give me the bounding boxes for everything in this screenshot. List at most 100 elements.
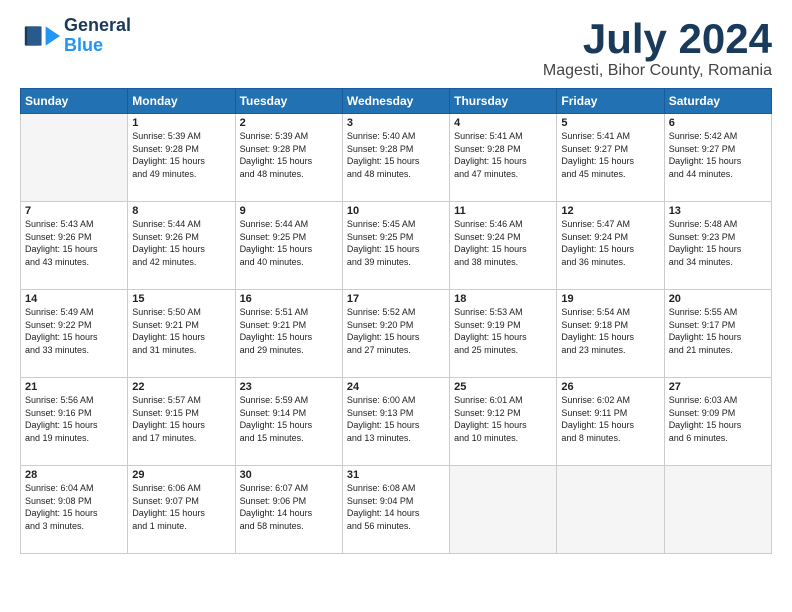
- day-number: 16: [240, 293, 338, 305]
- calendar-cell: 31Sunrise: 6:08 AM Sunset: 9:04 PM Dayli…: [342, 466, 449, 554]
- calendar-week-4: 28Sunrise: 6:04 AM Sunset: 9:08 PM Dayli…: [21, 466, 772, 554]
- day-number: 2: [240, 117, 338, 129]
- calendar-table: SundayMondayTuesdayWednesdayThursdayFrid…: [20, 88, 772, 554]
- calendar-cell: 22Sunrise: 5:57 AM Sunset: 9:15 PM Dayli…: [128, 378, 235, 466]
- cell-info: Sunrise: 6:00 AM Sunset: 9:13 PM Dayligh…: [347, 394, 445, 444]
- cell-info: Sunrise: 5:43 AM Sunset: 9:26 PM Dayligh…: [25, 218, 123, 268]
- cell-info: Sunrise: 6:08 AM Sunset: 9:04 PM Dayligh…: [347, 482, 445, 532]
- calendar-cell: 17Sunrise: 5:52 AM Sunset: 9:20 PM Dayli…: [342, 290, 449, 378]
- title-section: July 2024 Magesti, Bihor County, Romania: [543, 16, 772, 80]
- day-number: 31: [347, 469, 445, 481]
- calendar-cell: 15Sunrise: 5:50 AM Sunset: 9:21 PM Dayli…: [128, 290, 235, 378]
- calendar-cell: 9Sunrise: 5:44 AM Sunset: 9:25 PM Daylig…: [235, 202, 342, 290]
- calendar-cell: 27Sunrise: 6:03 AM Sunset: 9:09 PM Dayli…: [664, 378, 771, 466]
- calendar-cell: [557, 466, 664, 554]
- calendar-week-0: 1Sunrise: 5:39 AM Sunset: 9:28 PM Daylig…: [21, 114, 772, 202]
- day-number: 24: [347, 381, 445, 393]
- month-title: July 2024: [543, 16, 772, 62]
- calendar-cell: 23Sunrise: 5:59 AM Sunset: 9:14 PM Dayli…: [235, 378, 342, 466]
- header: General Blue July 2024 Magesti, Bihor Co…: [20, 16, 772, 80]
- calendar-cell: [664, 466, 771, 554]
- calendar-cell: 12Sunrise: 5:47 AM Sunset: 9:24 PM Dayli…: [557, 202, 664, 290]
- day-number: 21: [25, 381, 123, 393]
- calendar-week-2: 14Sunrise: 5:49 AM Sunset: 9:22 PM Dayli…: [21, 290, 772, 378]
- calendar-cell: 26Sunrise: 6:02 AM Sunset: 9:11 PM Dayli…: [557, 378, 664, 466]
- cell-info: Sunrise: 5:54 AM Sunset: 9:18 PM Dayligh…: [561, 306, 659, 356]
- day-number: 25: [454, 381, 552, 393]
- day-number: 13: [669, 205, 767, 217]
- calendar-cell: 24Sunrise: 6:00 AM Sunset: 9:13 PM Dayli…: [342, 378, 449, 466]
- cell-info: Sunrise: 5:47 AM Sunset: 9:24 PM Dayligh…: [561, 218, 659, 268]
- calendar-cell: 1Sunrise: 5:39 AM Sunset: 9:28 PM Daylig…: [128, 114, 235, 202]
- cell-info: Sunrise: 5:48 AM Sunset: 9:23 PM Dayligh…: [669, 218, 767, 268]
- cell-info: Sunrise: 5:41 AM Sunset: 9:28 PM Dayligh…: [454, 130, 552, 180]
- day-number: 14: [25, 293, 123, 305]
- cell-info: Sunrise: 5:51 AM Sunset: 9:21 PM Dayligh…: [240, 306, 338, 356]
- col-header-saturday: Saturday: [664, 89, 771, 114]
- cell-info: Sunrise: 5:59 AM Sunset: 9:14 PM Dayligh…: [240, 394, 338, 444]
- calendar-cell: 2Sunrise: 5:39 AM Sunset: 9:28 PM Daylig…: [235, 114, 342, 202]
- cell-info: Sunrise: 6:03 AM Sunset: 9:09 PM Dayligh…: [669, 394, 767, 444]
- cell-info: Sunrise: 5:46 AM Sunset: 9:24 PM Dayligh…: [454, 218, 552, 268]
- calendar-cell: 21Sunrise: 5:56 AM Sunset: 9:16 PM Dayli…: [21, 378, 128, 466]
- day-number: 6: [669, 117, 767, 129]
- cell-info: Sunrise: 5:39 AM Sunset: 9:28 PM Dayligh…: [132, 130, 230, 180]
- calendar-week-1: 7Sunrise: 5:43 AM Sunset: 9:26 PM Daylig…: [21, 202, 772, 290]
- calendar-cell: [21, 114, 128, 202]
- cell-info: Sunrise: 6:06 AM Sunset: 9:07 PM Dayligh…: [132, 482, 230, 532]
- cell-info: Sunrise: 5:45 AM Sunset: 9:25 PM Dayligh…: [347, 218, 445, 268]
- cell-info: Sunrise: 5:55 AM Sunset: 9:17 PM Dayligh…: [669, 306, 767, 356]
- day-number: 1: [132, 117, 230, 129]
- calendar-cell: 25Sunrise: 6:01 AM Sunset: 9:12 PM Dayli…: [450, 378, 557, 466]
- cell-info: Sunrise: 5:41 AM Sunset: 9:27 PM Dayligh…: [561, 130, 659, 180]
- day-number: 22: [132, 381, 230, 393]
- calendar-cell: [450, 466, 557, 554]
- calendar-header-row: SundayMondayTuesdayWednesdayThursdayFrid…: [21, 89, 772, 114]
- calendar-cell: 3Sunrise: 5:40 AM Sunset: 9:28 PM Daylig…: [342, 114, 449, 202]
- cell-info: Sunrise: 5:44 AM Sunset: 9:26 PM Dayligh…: [132, 218, 230, 268]
- day-number: 18: [454, 293, 552, 305]
- logo-blue: Blue: [64, 35, 103, 55]
- calendar-cell: 20Sunrise: 5:55 AM Sunset: 9:17 PM Dayli…: [664, 290, 771, 378]
- calendar-cell: 11Sunrise: 5:46 AM Sunset: 9:24 PM Dayli…: [450, 202, 557, 290]
- calendar-cell: 18Sunrise: 5:53 AM Sunset: 9:19 PM Dayli…: [450, 290, 557, 378]
- day-number: 9: [240, 205, 338, 217]
- col-header-wednesday: Wednesday: [342, 89, 449, 114]
- calendar-cell: 6Sunrise: 5:42 AM Sunset: 9:27 PM Daylig…: [664, 114, 771, 202]
- day-number: 11: [454, 205, 552, 217]
- calendar-cell: 16Sunrise: 5:51 AM Sunset: 9:21 PM Dayli…: [235, 290, 342, 378]
- cell-info: Sunrise: 5:44 AM Sunset: 9:25 PM Dayligh…: [240, 218, 338, 268]
- day-number: 30: [240, 469, 338, 481]
- cell-info: Sunrise: 5:40 AM Sunset: 9:28 PM Dayligh…: [347, 130, 445, 180]
- day-number: 10: [347, 205, 445, 217]
- cell-info: Sunrise: 5:57 AM Sunset: 9:15 PM Dayligh…: [132, 394, 230, 444]
- col-header-friday: Friday: [557, 89, 664, 114]
- day-number: 5: [561, 117, 659, 129]
- calendar-cell: 13Sunrise: 5:48 AM Sunset: 9:23 PM Dayli…: [664, 202, 771, 290]
- calendar-cell: 7Sunrise: 5:43 AM Sunset: 9:26 PM Daylig…: [21, 202, 128, 290]
- day-number: 8: [132, 205, 230, 217]
- day-number: 4: [454, 117, 552, 129]
- calendar-cell: 4Sunrise: 5:41 AM Sunset: 9:28 PM Daylig…: [450, 114, 557, 202]
- cell-info: Sunrise: 6:02 AM Sunset: 9:11 PM Dayligh…: [561, 394, 659, 444]
- cell-info: Sunrise: 5:49 AM Sunset: 9:22 PM Dayligh…: [25, 306, 123, 356]
- calendar-cell: 5Sunrise: 5:41 AM Sunset: 9:27 PM Daylig…: [557, 114, 664, 202]
- calendar-cell: 29Sunrise: 6:06 AM Sunset: 9:07 PM Dayli…: [128, 466, 235, 554]
- calendar-cell: 14Sunrise: 5:49 AM Sunset: 9:22 PM Dayli…: [21, 290, 128, 378]
- calendar-cell: 8Sunrise: 5:44 AM Sunset: 9:26 PM Daylig…: [128, 202, 235, 290]
- calendar-cell: 30Sunrise: 6:07 AM Sunset: 9:06 PM Dayli…: [235, 466, 342, 554]
- day-number: 7: [25, 205, 123, 217]
- cell-info: Sunrise: 6:04 AM Sunset: 9:08 PM Dayligh…: [25, 482, 123, 532]
- cell-info: Sunrise: 6:07 AM Sunset: 9:06 PM Dayligh…: [240, 482, 338, 532]
- day-number: 20: [669, 293, 767, 305]
- day-number: 29: [132, 469, 230, 481]
- calendar-cell: 10Sunrise: 5:45 AM Sunset: 9:25 PM Dayli…: [342, 202, 449, 290]
- day-number: 12: [561, 205, 659, 217]
- cell-info: Sunrise: 5:50 AM Sunset: 9:21 PM Dayligh…: [132, 306, 230, 356]
- cell-info: Sunrise: 5:56 AM Sunset: 9:16 PM Dayligh…: [25, 394, 123, 444]
- day-number: 26: [561, 381, 659, 393]
- cell-info: Sunrise: 5:39 AM Sunset: 9:28 PM Dayligh…: [240, 130, 338, 180]
- col-header-monday: Monday: [128, 89, 235, 114]
- cell-info: Sunrise: 5:52 AM Sunset: 9:20 PM Dayligh…: [347, 306, 445, 356]
- col-header-thursday: Thursday: [450, 89, 557, 114]
